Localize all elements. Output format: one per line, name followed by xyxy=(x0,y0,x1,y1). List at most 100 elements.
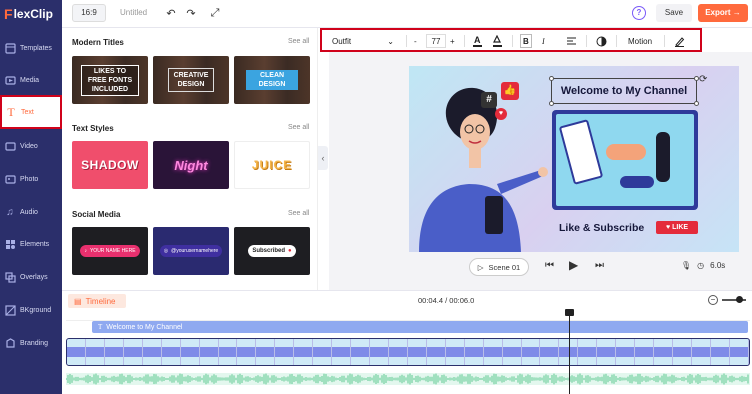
font-select[interactable]: Outfit ⌄ xyxy=(332,34,394,48)
social-pill: Subscribed ● xyxy=(248,245,296,257)
scene-selector[interactable]: ▷ Scene 01 xyxy=(469,258,529,276)
next-scene-icon[interactable]: ⏭ xyxy=(595,260,604,271)
sidebar-item-background[interactable]: BKground xyxy=(0,294,62,326)
sidebar-item-photo[interactable]: Photo xyxy=(0,163,62,195)
redo-icon[interactable]: ↷ xyxy=(184,6,198,20)
sidebar-item-video[interactable]: Video xyxy=(0,130,62,162)
text-track[interactable]: T Welcome to My Channel xyxy=(92,321,748,333)
resize-handle[interactable] xyxy=(694,101,699,106)
project-title[interactable]: Untitled xyxy=(120,8,147,17)
logo-text: lexClip xyxy=(13,7,53,21)
text-icon: T xyxy=(7,104,15,119)
sidebar-item-audio[interactable]: ♫ Audio xyxy=(0,196,62,228)
sidebar-item-templates[interactable]: Templates xyxy=(0,32,62,64)
resize-handle[interactable] xyxy=(549,76,554,81)
social-card[interactable]: ◎ @yourusernamehere xyxy=(153,227,229,275)
see-all-link[interactable]: See all xyxy=(288,38,309,45)
thumbs-up-icon: 👍 xyxy=(501,82,519,100)
resize-handle[interactable] xyxy=(549,101,554,106)
text-toolbar: Outfit ⌄ - 77 + A B I Motion xyxy=(320,28,702,52)
svg-text:A: A xyxy=(474,35,481,45)
help-icon[interactable]: ? xyxy=(632,6,646,20)
clock-icon: ◷ xyxy=(697,261,705,270)
logo-mark: F xyxy=(4,6,13,22)
text-style-card[interactable]: JUICE xyxy=(234,141,310,189)
text-color-icon[interactable]: A xyxy=(472,34,483,48)
sidebar-item-label: Templates xyxy=(20,44,52,52)
sidebar-item-text[interactable]: T Text xyxy=(0,95,62,129)
see-all-link[interactable]: See all xyxy=(288,124,309,131)
sidebar: F lexClip Templates Media T Text Video P… xyxy=(0,0,62,394)
sidebar-item-branding[interactable]: Branding xyxy=(0,327,62,359)
resize-handle[interactable] xyxy=(694,76,699,81)
italic-button[interactable]: I xyxy=(542,34,545,48)
divider xyxy=(616,35,617,47)
instagram-icon: ◎ xyxy=(163,248,169,254)
export-button[interactable]: Export → xyxy=(698,4,748,22)
aspect-ratio-button[interactable]: 16:9 xyxy=(72,4,106,22)
text-style-card[interactable]: SHADOW xyxy=(72,141,148,189)
video-frame-thumbnail xyxy=(294,339,314,365)
social-card[interactable]: ♪ YOUR NAME HERE xyxy=(72,227,148,275)
section-title: Text Styles xyxy=(72,124,114,133)
like-badge[interactable]: ♥ LIKE xyxy=(656,221,698,234)
audio-track[interactable] xyxy=(65,373,750,385)
video-frame-thumbnail xyxy=(597,339,617,365)
timeline-ruler[interactable] xyxy=(66,313,750,321)
motion-button[interactable]: Motion xyxy=(628,34,652,48)
play-button[interactable]: ▶ xyxy=(569,258,578,272)
see-all-link[interactable]: See all xyxy=(288,210,309,217)
video-frame-thumbnail xyxy=(578,339,598,365)
card-text: Subscribed xyxy=(252,248,286,254)
edit-pen-icon[interactable] xyxy=(674,34,685,48)
align-icon[interactable] xyxy=(566,34,577,48)
heart-icon: ♥ xyxy=(495,108,507,120)
elements-icon xyxy=(4,238,16,250)
audio-waveform xyxy=(65,373,749,385)
text-track-icon: T xyxy=(98,323,103,331)
video-frame-thumbnail xyxy=(332,339,352,365)
video-frame-thumbnail xyxy=(123,339,143,365)
increase-size-button[interactable]: + xyxy=(450,34,455,48)
template-card[interactable]: CREATIVE DESIGN xyxy=(153,56,229,104)
bold-button[interactable]: B xyxy=(520,34,532,48)
video-canvas[interactable]: # 👍 ♥ ⟳ Welcome to My Channel Like & Sub… xyxy=(409,66,739,252)
zoom-out-icon[interactable]: − xyxy=(708,295,718,305)
previous-scene-icon[interactable]: ⏮ xyxy=(545,260,554,271)
decrease-size-button[interactable]: - xyxy=(414,34,417,48)
social-card[interactable]: Subscribed ● xyxy=(234,227,310,275)
subscribe-text[interactable]: Like & Subscribe xyxy=(559,222,644,234)
microphone-icon[interactable]: 🎙 xyxy=(681,261,691,270)
sidebar-item-elements[interactable]: Elements xyxy=(0,228,62,260)
video-frame-thumbnail xyxy=(710,339,730,365)
fullscreen-icon[interactable]: ⤢ xyxy=(208,6,222,20)
undo-icon[interactable]: ↶ xyxy=(164,6,178,20)
video-track[interactable] xyxy=(66,338,750,366)
template-card[interactable]: CLEAN DESIGN xyxy=(234,56,310,104)
sidebar-item-media[interactable]: Media xyxy=(0,64,62,96)
sidebar-item-label: Audio xyxy=(20,208,38,216)
template-card[interactable]: LIKES TO FREE FONTS INCLUDED xyxy=(72,56,148,104)
timeline-toggle[interactable]: ▤ Timeline xyxy=(68,294,126,308)
highlight-color-icon[interactable] xyxy=(492,34,503,48)
media-icon xyxy=(4,74,16,86)
app-logo[interactable]: F lexClip xyxy=(0,0,62,28)
text-style-card[interactable]: Night xyxy=(153,141,229,189)
opacity-icon[interactable] xyxy=(596,34,607,48)
zoom-slider[interactable] xyxy=(722,296,746,303)
headline-text-layer[interactable]: Welcome to My Channel xyxy=(549,76,699,106)
save-button[interactable]: Save xyxy=(656,4,692,22)
divider xyxy=(586,35,587,47)
overlays-icon xyxy=(4,271,16,283)
arrow-right-icon: → xyxy=(732,8,741,17)
playhead[interactable] xyxy=(569,311,570,394)
rotate-icon[interactable]: ⟳ xyxy=(699,74,707,85)
video-frame-thumbnail xyxy=(161,339,181,365)
font-size-input[interactable]: 77 xyxy=(426,34,446,48)
video-frame-thumbnail xyxy=(729,339,749,365)
hand-shape xyxy=(606,144,646,160)
card-text: @yourusernamehere xyxy=(171,248,219,254)
sidebar-item-overlays[interactable]: Overlays xyxy=(0,261,62,293)
zoom-slider-knob[interactable] xyxy=(736,296,743,303)
collapse-panel-button[interactable]: ‹ xyxy=(318,146,328,170)
